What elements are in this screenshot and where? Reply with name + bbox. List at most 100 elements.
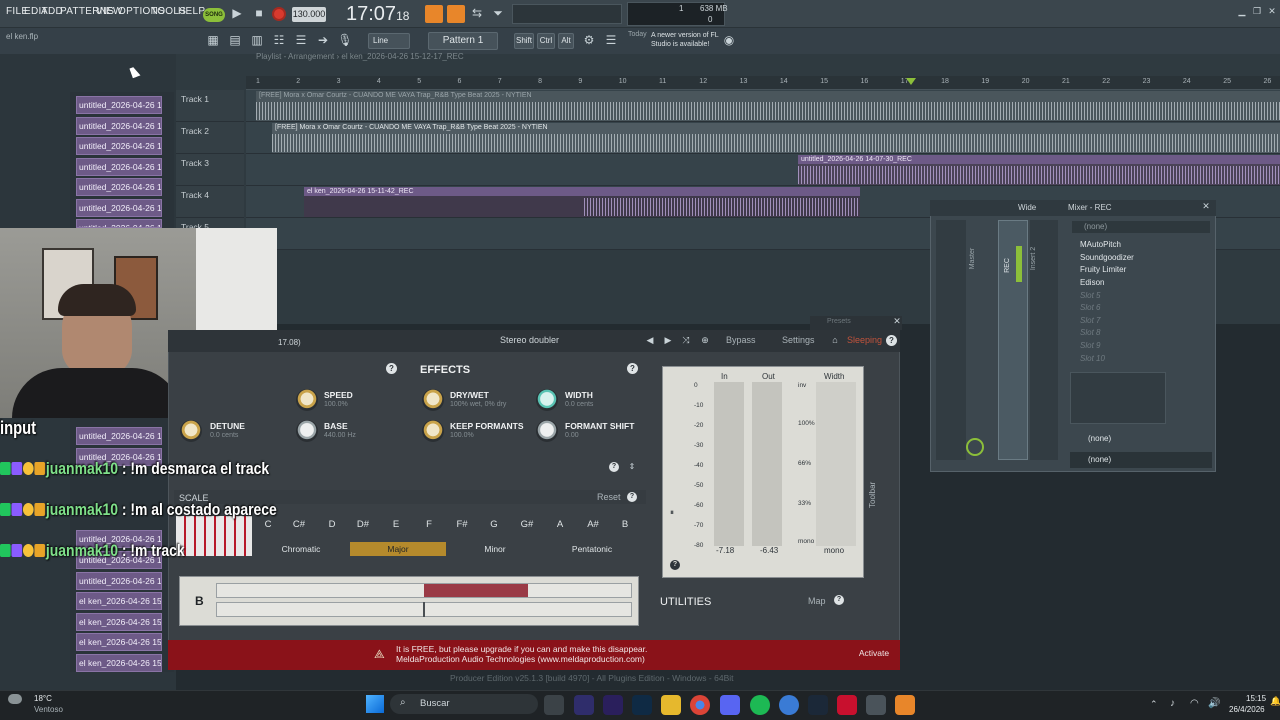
help-icon[interactable]: ? [609,462,619,472]
help-icon[interactable]: ? [886,335,897,346]
mixer-strip-master[interactable] [936,220,966,460]
map-button[interactable]: Map [808,596,826,606]
record-icon[interactable] [272,7,286,21]
settings-button[interactable]: Settings [782,335,815,345]
after-effects-icon[interactable] [574,695,594,715]
note-a-sharp[interactable]: A# [578,519,608,533]
clip-item[interactable]: el ken_2026-04-26 15-1... [76,633,162,651]
eq-graph[interactable] [1070,372,1166,424]
mic-icon[interactable]: 🎙 [337,33,353,47]
note-g[interactable]: G [479,519,509,533]
app-red-icon[interactable] [837,695,857,715]
settings-icon[interactable]: ⚙ [581,33,597,47]
toolbar-side-label[interactable]: Toolbar [868,482,877,508]
clip-item[interactable]: untitled_2026-04-26 12-... [76,117,162,135]
clock-date[interactable]: 26/4/2026 [1229,705,1265,714]
discord-icon[interactable] [720,695,740,715]
piano-keyboard-icon[interactable] [176,516,252,556]
fx-slot-8[interactable]: Slot 8 [1072,327,1210,339]
detune-knob[interactable] [180,420,202,442]
next-preset-icon[interactable]: ▶ [662,335,674,346]
master-pitch-slider[interactable] [512,4,622,24]
loop-record-icon[interactable]: ⏷ [490,6,506,21]
scale-minor[interactable]: Minor [450,542,540,556]
mixer-strip-rec[interactable] [998,220,1028,460]
base-knob[interactable] [296,420,318,442]
help-icon[interactable]: ? [627,363,638,374]
taskbar-search[interactable]: Buscar [390,694,538,714]
note-c-sharp[interactable]: C# [284,519,314,533]
help-icon[interactable]: ? [386,363,397,374]
note-e[interactable]: E [381,519,411,533]
clock-time[interactable]: 15:15 [1246,694,1266,703]
fx-slot-3[interactable]: Fruity Limiter [1072,264,1210,276]
wait-icon[interactable]: ⇆ [469,6,485,20]
fx-slot-10[interactable]: Slot 10 [1072,353,1210,365]
scale-chromatic[interactable]: Chromatic [256,542,346,556]
clip-item[interactable]: el ken_2026-04-26 15-1... [76,654,162,672]
track-header-2[interactable]: Track 2 [176,122,244,154]
sleeping-indicator[interactable]: Sleeping [847,335,882,345]
volume-icon[interactable]: 🔊 [1208,698,1220,709]
ab-icon[interactable]: ⊕ [699,335,711,346]
audio-clip-beat-2[interactable]: [FREE] Mora x Omar Courtz - CUANDO ME VA… [272,123,1280,153]
piano-roll-icon[interactable]: ▤ [227,33,243,47]
tray-chevron-icon[interactable]: ⌃ [1150,699,1158,710]
chrome-icon[interactable] [690,695,710,715]
clip-item[interactable]: untitled_2026-04-26 12-... [76,199,162,217]
menu-help[interactable]: HELP [178,6,205,17]
presets-label[interactable]: Presets [827,318,851,325]
audio-clip-beat-1[interactable]: [FREE] Mora x Omar Courtz - CUANDO ME VA… [256,91,1280,121]
file-explorer-icon[interactable] [661,695,681,715]
pattern-select[interactable]: Pattern 1 [428,32,498,50]
steam-icon[interactable] [808,695,828,715]
eq-slot[interactable]: (none) [1088,434,1111,443]
scale-major[interactable]: Major [350,542,446,556]
home-icon[interactable]: ⌂ [829,335,841,345]
mixer-view-mode[interactable]: Wide [1018,203,1036,212]
scale-pentatonic[interactable]: Pentatonic [546,542,638,556]
dry-wet-knob[interactable] [422,389,444,411]
fx-slot-4[interactable]: Edison [1072,277,1210,289]
fx-slot-5[interactable]: Slot 5 [1072,290,1210,302]
fx-slot-9[interactable]: Slot 9 [1072,340,1210,352]
keep-formants-knob[interactable] [422,420,444,442]
fx-slot-7[interactable]: Slot 7 [1072,315,1210,327]
utilities-title[interactable]: UTILITIES [660,596,711,608]
news-text[interactable]: A newer version of FL Studio is availabl… [651,31,721,49]
play-icon[interactable]: ▶ [230,6,244,20]
reset-button[interactable]: Reset [597,492,621,502]
clip-item[interactable]: untitled_2026-04-26 12-... [76,178,162,196]
browser-icon[interactable]: ☰ [293,33,309,47]
clip-item[interactable]: untitled_2026-04-26 14-... [76,572,162,590]
clip-item[interactable]: untitled_2026-04-26 12-... [76,158,162,176]
fx-slot-6[interactable]: Slot 6 [1072,302,1210,314]
width-knob[interactable] [536,389,558,411]
shift-key[interactable]: Shift [514,33,534,49]
mixer-icon[interactable]: ☷ [271,33,287,47]
speed-knob[interactable] [296,389,318,411]
arrow-right-icon[interactable]: ➔ [315,33,331,47]
news-icon[interactable]: ☰ [603,33,619,47]
ctrl-key[interactable]: Ctrl [537,33,555,49]
link-icon[interactable] [966,438,984,456]
plugin-close-icon[interactable]: ✕ [892,316,902,327]
note-f-sharp[interactable]: F# [447,519,477,533]
song-mode-toggle[interactable]: SONG [203,8,225,22]
alt-key[interactable]: Alt [558,33,574,49]
track-header-4[interactable]: Track 4 [176,186,244,218]
clip-item[interactable]: untitled_2026-04-26 14-... [76,427,162,445]
preset-name[interactable]: Stereo doubler [500,335,559,345]
formant-shift-knob[interactable] [536,420,558,442]
randomize-icon[interactable]: ⤨ [680,335,692,346]
audio-clip-rec-1[interactable]: untitled_2026-04-26 14-07-30_REC [798,155,1280,185]
help-icon[interactable]: ? [670,560,680,570]
windows-start-icon[interactable] [366,695,384,713]
channel-rack-icon[interactable]: ▥ [249,33,265,47]
playhead-marker[interactable] [906,78,916,85]
bypass-button[interactable]: Bypass [726,335,756,345]
notification-icon[interactable]: 🔔 [1270,696,1280,707]
note-d-sharp[interactable]: D# [348,519,378,533]
input-slot[interactable]: (none) [1072,221,1210,233]
online-icon[interactable]: ◉ [722,33,736,47]
